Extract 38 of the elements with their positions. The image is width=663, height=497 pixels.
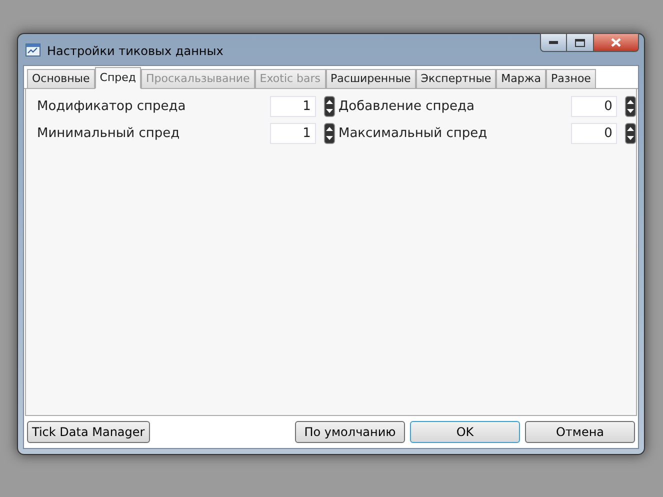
down-arrow-icon [627,136,634,140]
down-arrow-icon [326,136,333,140]
number-field[interactable]: 0 [571,123,618,144]
tab[interactable]: Расширенные [326,69,416,89]
tab[interactable]: Разное [546,69,596,89]
field-label: Максимальный спред [338,124,488,143]
minimize-button[interactable] [540,33,567,52]
up-arrow-icon [326,126,333,131]
field-label: Минимальный спред [37,124,181,143]
close-button[interactable] [593,33,639,52]
down-arrow-icon [326,109,333,114]
up-arrow-icon [627,126,634,131]
maximize-button[interactable] [567,33,593,52]
minimize-icon [549,41,558,44]
dialog-button[interactable]: Tick Data Manager [27,421,150,443]
window-title: Настройки тиковых данных [47,43,224,60]
spinner-buttons[interactable] [324,123,334,144]
tab[interactable]: Маржа [496,69,546,89]
tab[interactable]: Экспертные [416,69,496,89]
tab[interactable]: Спред [94,67,141,89]
spinner-buttons[interactable] [625,123,636,144]
app-icon [25,42,41,58]
dialog-button[interactable]: OK [410,421,520,443]
spinner-buttons[interactable] [625,96,636,117]
number-field[interactable]: 1 [270,123,316,144]
field-label: Модификатор спреда [37,98,187,116]
up-arrow-icon [627,100,634,104]
spinner-buttons[interactable] [324,96,334,117]
close-icon [611,38,621,47]
tab[interactable]: Основные [27,69,95,89]
dialog-button[interactable]: По умолчанию [295,421,405,443]
number-field[interactable]: 1 [270,96,316,117]
maximize-icon [575,38,585,46]
dialog-button[interactable]: Отмена [525,421,635,443]
field-label: Добавление спреда [338,98,476,116]
number-field[interactable]: 0 [571,96,618,117]
up-arrow-icon [326,100,333,104]
down-arrow-icon [627,109,634,114]
